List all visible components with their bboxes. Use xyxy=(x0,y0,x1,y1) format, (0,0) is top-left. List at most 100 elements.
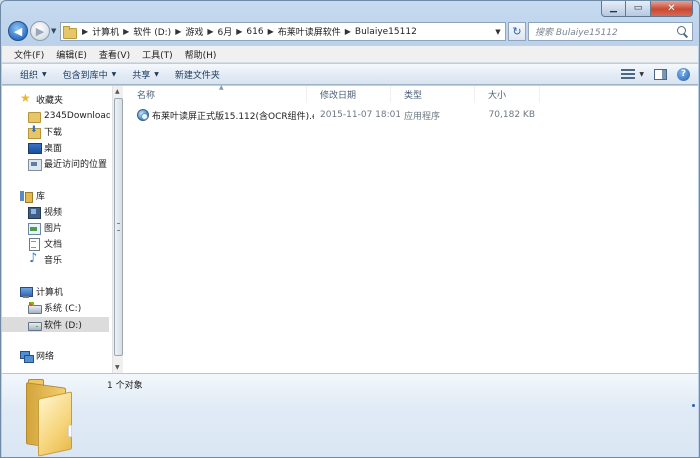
menu-tools[interactable]: 工具(T) xyxy=(136,48,179,61)
preview-pane-icon[interactable] xyxy=(654,68,667,80)
menu-bar: 文件(F) 编辑(E) 查看(V) 工具(T) 帮助(H) xyxy=(2,46,698,63)
nav-label: 系统 (C:) xyxy=(44,304,82,314)
address-history-dropdown[interactable]: ▼ xyxy=(491,23,505,40)
column-name[interactable]: 名称 ▲ xyxy=(124,84,307,103)
breadcrumb-computer[interactable]: 计算机 xyxy=(92,25,119,38)
breadcrumb-separator[interactable]: ▶ xyxy=(203,27,217,36)
nav-label: 图片 xyxy=(44,224,63,234)
menu-view[interactable]: 查看(V) xyxy=(93,48,136,61)
breadcrumb-reader-software[interactable]: 布莱叶读屏软件 xyxy=(278,25,341,38)
new-folder-button[interactable]: 新建文件夹 xyxy=(167,68,228,81)
search-input[interactable]: 搜索 Bulaiye15112 xyxy=(528,22,693,41)
column-type[interactable]: 类型 xyxy=(391,86,475,103)
breadcrumb-separator[interactable]: ▶ xyxy=(341,27,355,36)
nav-item-desktop[interactable]: 桌面 xyxy=(28,140,62,155)
breadcrumb-games[interactable]: 游戏 xyxy=(185,25,203,38)
breadcrumb-separator[interactable]: ▶ xyxy=(232,27,246,36)
sort-ascending-icon: ▲ xyxy=(219,84,224,91)
nav-item-documents[interactable]: 文档 xyxy=(28,236,62,251)
nav-item-recent-places[interactable]: 最近访问的位置 xyxy=(28,156,107,171)
recent-places-icon xyxy=(28,158,42,171)
breadcrumb-separator[interactable]: ▶ xyxy=(264,27,278,36)
forward-button[interactable]: ▶ xyxy=(30,21,50,41)
nav-item-videos[interactable]: 视频 xyxy=(28,204,62,219)
file-name: 布莱叶读屏正式版15.112(含OCR组件).e... xyxy=(152,111,314,122)
file-size: 70,182 KB xyxy=(488,110,535,120)
nav-label: 音乐 xyxy=(44,256,63,266)
toolbar-right-group: ▼ ? xyxy=(621,67,698,81)
nav-label: 下载 xyxy=(44,128,63,138)
folder-icon xyxy=(63,26,77,39)
recent-pages-dropdown[interactable]: ▼ xyxy=(51,27,56,35)
nav-item-2345downloads[interactable]: 2345Downloads xyxy=(28,108,110,123)
library-icon xyxy=(20,190,33,203)
file-row[interactable]: 布莱叶读屏正式版15.112(含OCR组件).e... 2015-11-07 1… xyxy=(124,106,544,124)
maximize-button[interactable]: ▭ xyxy=(626,1,651,17)
minimize-button[interactable]: ▁ xyxy=(601,1,626,17)
navigation-pane: 收藏夹 2345Downloads 下载 桌面 最近访问的位置 库 xyxy=(2,86,110,373)
refresh-button[interactable]: ↻ xyxy=(508,22,526,41)
nav-item-drive-c[interactable]: 系统 (C:) xyxy=(28,300,81,315)
column-size[interactable]: 大小 xyxy=(475,86,540,103)
organize-button[interactable]: 组织 ▼ xyxy=(12,68,55,81)
column-label: 大小 xyxy=(488,91,507,101)
change-view-icon[interactable] xyxy=(621,69,636,79)
folder-icon xyxy=(24,377,76,457)
share-label: 共享 xyxy=(132,70,151,81)
breadcrumb-current-folder[interactable]: Bulaiye15112 xyxy=(355,27,417,37)
breadcrumb-separator[interactable]: ▶ xyxy=(171,27,185,36)
help-icon[interactable]: ? xyxy=(677,67,690,81)
item-count: 1 个对象 xyxy=(107,381,143,391)
download-folder-icon xyxy=(28,125,41,139)
nav-label: 视频 xyxy=(44,208,63,218)
nav-network[interactable]: 网络 xyxy=(20,348,54,363)
scroll-down-icon[interactable]: ▼ xyxy=(115,364,120,371)
nav-item-music[interactable]: 音乐 xyxy=(28,251,63,267)
scroll-up-icon[interactable]: ▲ xyxy=(115,88,120,95)
chevron-down-icon: ▼ xyxy=(42,70,47,78)
include-in-library-button[interactable]: 包含到库中 ▼ xyxy=(55,68,125,81)
menu-help[interactable]: 帮助(H) xyxy=(179,48,223,61)
star-icon xyxy=(20,91,32,106)
include-in-library-label: 包含到库中 xyxy=(62,70,108,81)
address-row: ◀ ▶ ▼ ▶ 计算机 ▶ 软件 (D:) ▶ 游戏 ▶ 6月 ▶ 616 ▶ … xyxy=(6,19,693,45)
column-label: 修改日期 xyxy=(320,91,357,101)
system-drive-icon xyxy=(28,301,42,314)
chevron-down-icon: ▼ xyxy=(154,70,159,78)
nav-item-pictures[interactable]: 图片 xyxy=(28,220,62,235)
chevron-down-icon[interactable]: ▼ xyxy=(639,71,644,78)
breadcrumb-separator[interactable]: ▶ xyxy=(78,27,92,36)
menu-edit[interactable]: 编辑(E) xyxy=(50,48,93,61)
breadcrumb-616[interactable]: 616 xyxy=(246,27,263,37)
scroll-thumb[interactable] xyxy=(114,98,123,356)
file-modified: 2015-11-07 18:01 xyxy=(320,110,400,120)
chevron-down-icon: ▼ xyxy=(111,70,117,78)
details-pane: 1 个对象 xyxy=(2,373,698,457)
nav-label: 桌面 xyxy=(44,144,63,154)
video-icon xyxy=(28,206,41,219)
breadcrumb-drive-d[interactable]: 软件 (D:) xyxy=(133,25,171,38)
nav-label: 计算机 xyxy=(36,288,64,298)
address-bar[interactable]: ▶ 计算机 ▶ 软件 (D:) ▶ 游戏 ▶ 6月 ▶ 616 ▶ 布莱叶读屏软… xyxy=(60,22,506,41)
nav-favorites[interactable]: 收藏夹 xyxy=(20,91,63,107)
breadcrumb-june[interactable]: 6月 xyxy=(218,25,233,38)
nav-item-downloads[interactable]: 下载 xyxy=(28,124,62,139)
nav-computer[interactable]: 计算机 xyxy=(20,284,63,299)
menu-file[interactable]: 文件(F) xyxy=(8,48,50,61)
column-date-modified[interactable]: 修改日期 xyxy=(307,86,391,103)
nav-libraries[interactable]: 库 xyxy=(20,188,45,203)
column-label: 名称 xyxy=(137,91,156,101)
nav-label: 软件 (D:) xyxy=(44,321,82,331)
file-type: 应用程序 xyxy=(404,111,441,122)
nav-item-drive-d[interactable]: 软件 (D:) xyxy=(2,317,109,332)
folder-icon xyxy=(28,110,41,123)
refresh-icon: ↻ xyxy=(512,25,522,38)
breadcrumb-separator[interactable]: ▶ xyxy=(119,27,133,36)
nav-scrollbar[interactable]: ▲ ▼ xyxy=(112,86,123,373)
picture-icon xyxy=(28,222,41,235)
share-button[interactable]: 共享 ▼ xyxy=(124,68,167,81)
close-button[interactable]: ✕ xyxy=(651,1,693,17)
search-icon[interactable] xyxy=(677,26,688,37)
back-button[interactable]: ◀ xyxy=(8,21,28,41)
computer-icon xyxy=(20,286,33,298)
